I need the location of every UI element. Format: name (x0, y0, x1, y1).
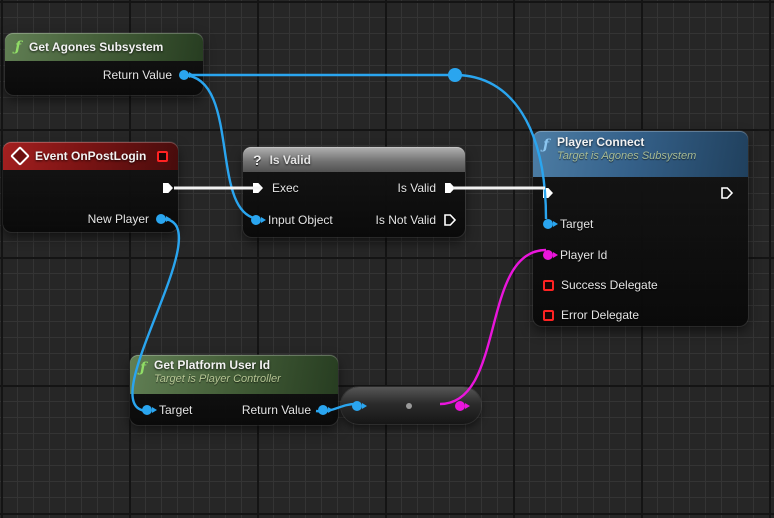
pin-label-player-id: Player Id (560, 248, 607, 262)
node-is-valid[interactable]: ? Is Valid Exec Is Valid Input Object Is… (243, 147, 465, 237)
node-header[interactable]: ? Is Valid (243, 147, 465, 172)
node-header[interactable]: ƒ Player Connect Target is Agones Subsys… (533, 131, 748, 177)
pin-label-target: Target (159, 403, 192, 417)
blueprint-graph-canvas[interactable]: ƒ Get Agones Subsystem Return Value Even… (0, 0, 774, 518)
node-subtitle: Target is Agones Subsystem (557, 150, 696, 162)
node-player-connect[interactable]: ƒ Player Connect Target is Agones Subsys… (533, 131, 748, 326)
pin-is-valid-out[interactable] (443, 181, 457, 195)
node-title: Is Valid (270, 153, 311, 167)
pin-label-exec: Exec (272, 181, 299, 195)
pin-target[interactable] (142, 405, 152, 415)
pin-target[interactable] (543, 219, 553, 229)
conversion-node[interactable] (341, 387, 481, 424)
node-title: Player Connect (557, 135, 696, 149)
pin-exec-out[interactable] (720, 186, 734, 200)
pin-player-id[interactable] (543, 250, 553, 260)
node-header[interactable]: Event OnPostLogin (3, 142, 178, 170)
node-header[interactable]: ƒ Get Agones Subsystem (5, 33, 203, 61)
pin-label-return-value: Return Value (103, 68, 172, 82)
pin-exec-in[interactable] (541, 186, 555, 200)
pin-label-new-player: New Player (88, 212, 149, 226)
pin-label-is-valid: Is Valid (398, 181, 436, 195)
pin-exec-in[interactable] (251, 181, 265, 195)
pin-conversion-out[interactable] (455, 401, 465, 411)
wire-conversion-to-playerid[interactable] (440, 250, 546, 404)
node-header[interactable]: ƒ Get Platform User Id Target is Player … (130, 355, 338, 394)
pin-new-player[interactable] (156, 214, 166, 224)
pin-input-object[interactable] (251, 215, 261, 225)
collapsed-dot-icon (406, 403, 412, 409)
pin-is-not-valid-out[interactable] (443, 213, 457, 227)
pin-conversion-in[interactable] (352, 401, 362, 411)
reroute-node[interactable] (448, 68, 462, 82)
pin-label-input-object: Input Object (268, 213, 333, 227)
function-icon: ƒ (15, 40, 21, 54)
node-event-onpostlogin[interactable]: Event OnPostLogin New Player (3, 142, 178, 232)
pin-error-delegate[interactable] (543, 310, 554, 321)
pin-return-value[interactable] (179, 70, 189, 80)
node-get-agones-subsystem[interactable]: ƒ Get Agones Subsystem Return Value (5, 33, 203, 95)
function-icon: ƒ (543, 138, 549, 152)
pin-success-delegate[interactable] (543, 280, 554, 291)
node-title: Event OnPostLogin (35, 149, 146, 163)
node-title: Get Agones Subsystem (29, 40, 163, 54)
pin-label-target: Target (560, 217, 593, 231)
event-icon (10, 146, 30, 166)
delegate-pin-icon[interactable] (157, 151, 168, 162)
node-title: Get Platform User Id (154, 358, 281, 372)
pin-exec-out[interactable] (161, 181, 175, 195)
pin-label-return-value: Return Value (242, 403, 311, 417)
node-subtitle: Target is Player Controller (154, 373, 281, 385)
pin-label-is-not-valid: Is Not Valid (376, 213, 436, 227)
pin-label-error-delegate: Error Delegate (561, 308, 639, 322)
node-get-platform-user-id[interactable]: ƒ Get Platform User Id Target is Player … (130, 355, 338, 425)
pin-label-success-delegate: Success Delegate (561, 278, 658, 292)
question-icon: ? (253, 153, 262, 167)
pin-return-value[interactable] (318, 405, 328, 415)
function-icon: ƒ (140, 361, 146, 375)
